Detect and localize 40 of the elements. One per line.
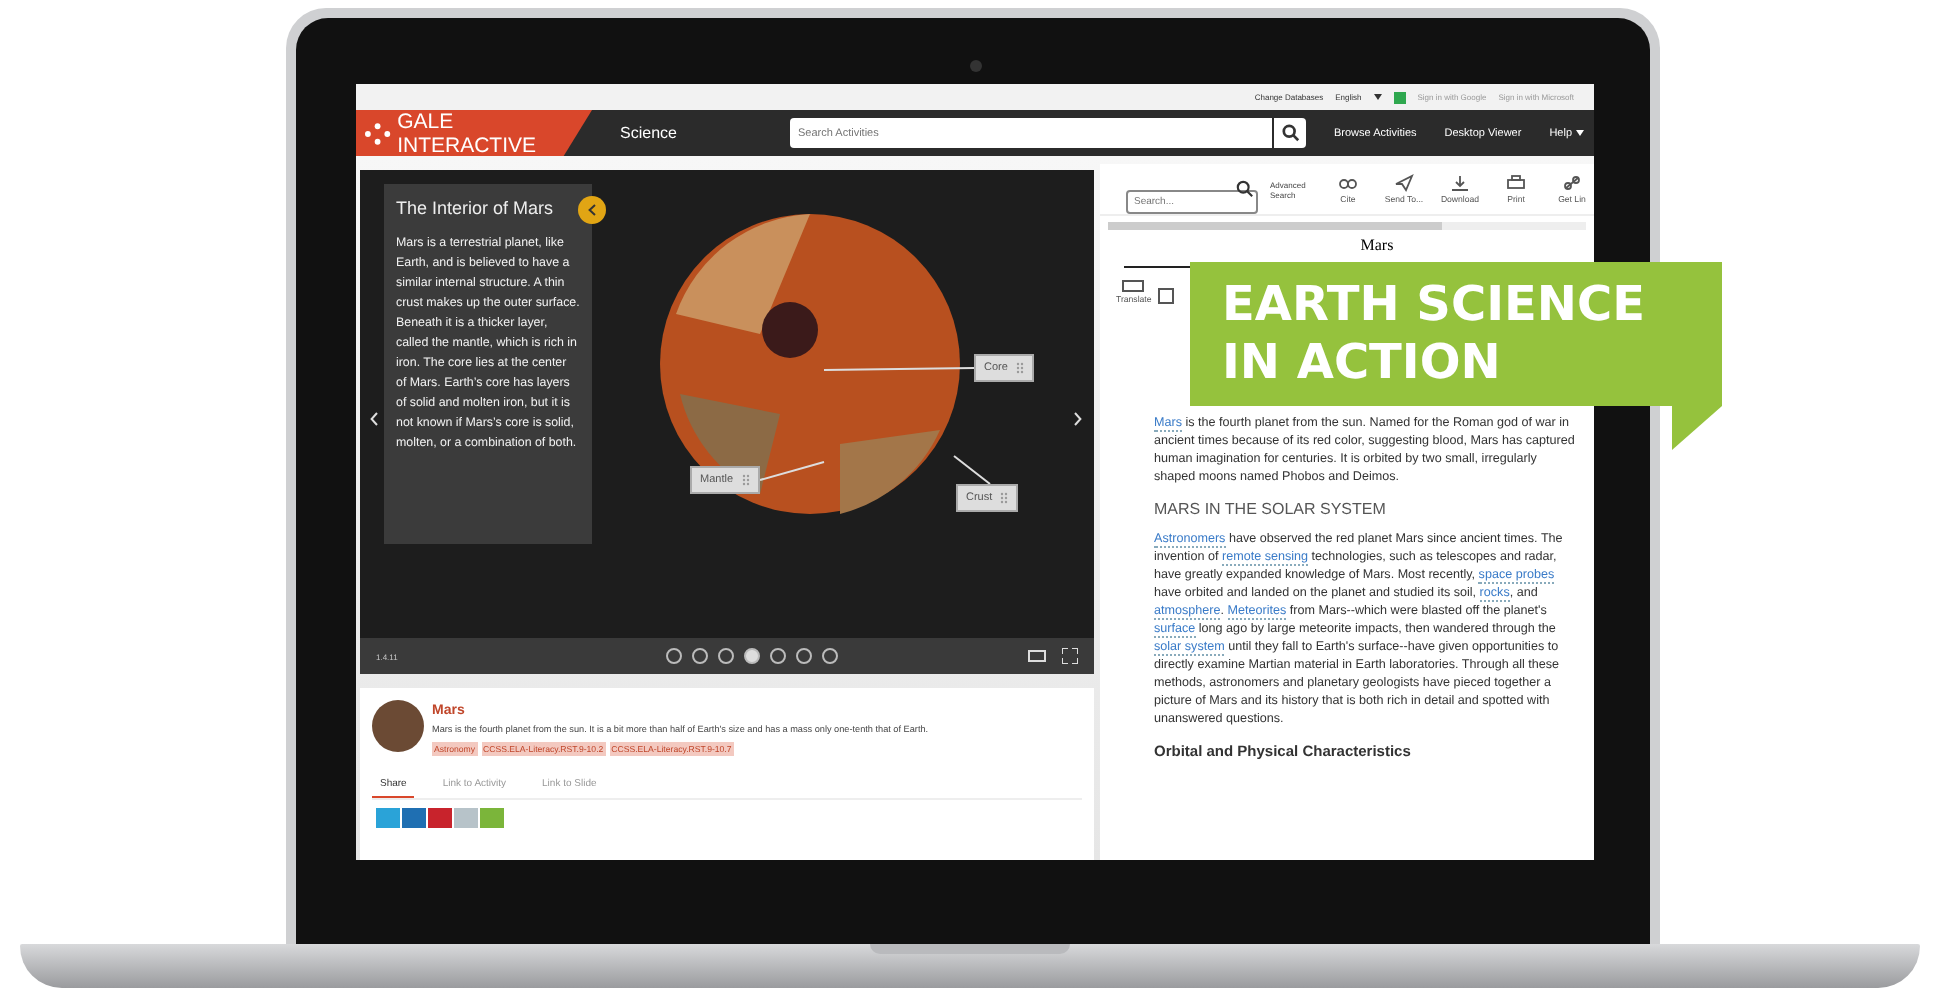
send-icon [1394, 174, 1414, 192]
caret-icon[interactable] [1373, 94, 1382, 100]
photo-placeholder [372, 700, 424, 752]
slide-dot[interactable] [718, 648, 735, 664]
slide-dot[interactable] [822, 648, 839, 664]
document-title: Mars [1358, 236, 1396, 254]
link-icon [1562, 174, 1582, 192]
translate-icon [1122, 280, 1145, 292]
camera-icon [970, 60, 982, 72]
logo-text: GALE INTERACTIVE [397, 109, 539, 157]
collapse-button[interactable] [578, 196, 606, 224]
font-size-icon[interactable] [1157, 288, 1174, 304]
search-button[interactable] [1274, 118, 1306, 148]
leader-line [759, 461, 825, 481]
search-icon [1281, 124, 1299, 142]
fullscreen-icon[interactable] [1062, 648, 1078, 664]
download-icon [1450, 174, 1470, 192]
slide-dot[interactable] [770, 648, 787, 664]
grip-icon[interactable] [1015, 362, 1024, 374]
section-title: Science [620, 124, 679, 142]
slide-dot[interactable] [796, 648, 813, 664]
slide-title: The Interior of Mars [396, 198, 556, 218]
grip-icon[interactable] [1000, 492, 1009, 504]
grip-icon[interactable] [741, 474, 750, 486]
banner-headline: EARTH SCIENCE [1222, 276, 1647, 334]
cite-icon [1338, 174, 1358, 192]
slide-dot[interactable] [666, 648, 683, 664]
section-heading: MARS IN THE SOLAR SYSTEM [1154, 500, 1388, 518]
aspect-ratio-icon[interactable] [1028, 650, 1046, 662]
chevron-left-icon [588, 204, 596, 216]
slide-dot[interactable] [744, 648, 761, 664]
caret-icon [1576, 130, 1584, 136]
horizontal-scrollbar[interactable] [1108, 222, 1586, 230]
leader-line [953, 455, 991, 485]
slide-dot[interactable] [692, 648, 709, 664]
logo[interactable]: GALE INTERACTIVE [356, 110, 592, 156]
search-icon[interactable] [1236, 180, 1254, 198]
print-icon [1506, 174, 1526, 192]
banner-headline: IN ACTION [1222, 334, 1503, 392]
logo-icon [364, 121, 392, 145]
